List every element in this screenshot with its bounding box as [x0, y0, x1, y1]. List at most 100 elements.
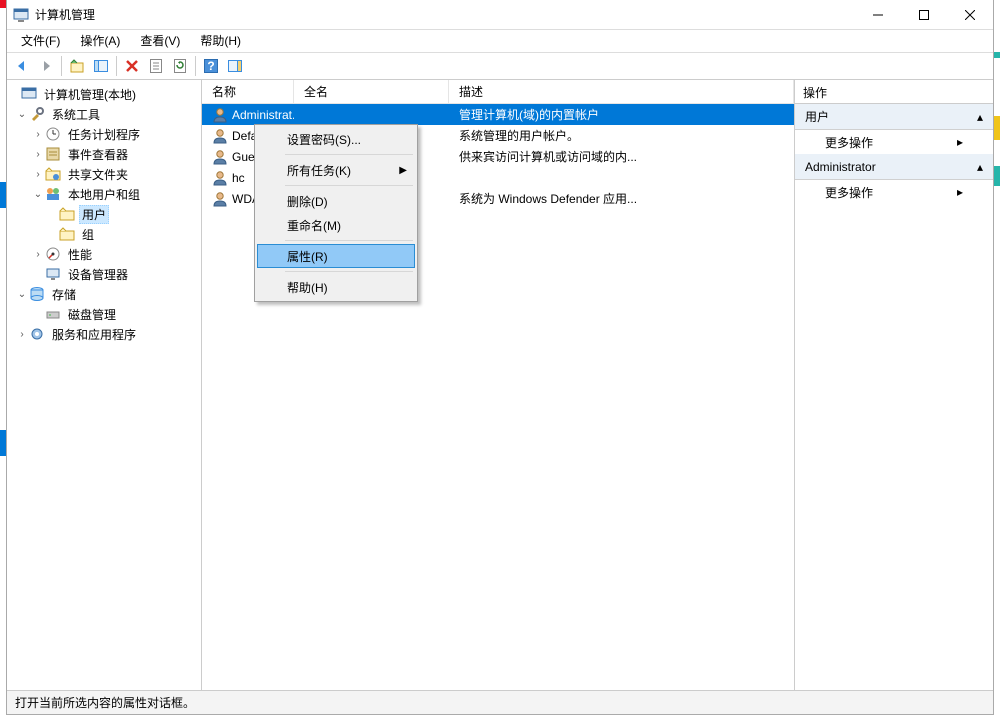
tree-groups[interactable]: 组 [7, 224, 201, 244]
menu-set-password[interactable]: 设置密码(S)... [257, 127, 415, 151]
collapse-icon[interactable]: ⌄ [15, 109, 29, 120]
tree-diskmgr[interactable]: 磁盘管理 [7, 304, 201, 324]
section-label: 用户 [805, 108, 829, 125]
menu-help[interactable]: 帮助(H) [192, 30, 249, 51]
close-button[interactable] [947, 0, 993, 29]
expand-icon[interactable]: › [31, 149, 45, 160]
action-more-2[interactable]: 更多操作 ▸ [795, 180, 993, 204]
tree-perf[interactable]: › 性能 [7, 244, 201, 264]
separator [61, 56, 62, 76]
folder-icon [59, 206, 75, 222]
tree-label: 磁盘管理 [65, 305, 119, 324]
properties-button[interactable] [145, 55, 167, 77]
folder-icon [59, 226, 75, 242]
tree-label: 本地用户和组 [65, 185, 143, 204]
tree-localusers[interactable]: ⌄ 本地用户和组 [7, 184, 201, 204]
edge-decoration [994, 116, 1000, 140]
menu-properties[interactable]: 属性(R) [257, 244, 415, 268]
shared-folder-icon [45, 166, 61, 182]
tree-label: 计算机管理(本地) [41, 85, 139, 104]
menu-separator [285, 271, 413, 272]
event-icon [45, 146, 61, 162]
expand-icon[interactable]: › [31, 129, 45, 140]
cell-desc: 系统管理的用户帐户。 [449, 125, 794, 146]
up-button[interactable] [66, 55, 88, 77]
menu-file[interactable]: 文件(F) [13, 30, 68, 51]
cell-desc [449, 167, 794, 188]
user-icon [212, 191, 228, 207]
collapse-icon[interactable]: ▴ [977, 160, 983, 174]
minimize-button[interactable] [855, 0, 901, 29]
maximize-button[interactable] [901, 0, 947, 29]
cell-name: Administrat... [232, 108, 294, 122]
refresh-button[interactable] [169, 55, 191, 77]
tree-label: 服务和应用程序 [49, 325, 139, 344]
expand-icon[interactable]: › [15, 329, 29, 340]
tree-users[interactable]: 用户 [7, 204, 201, 224]
action-label: 更多操作 [825, 184, 873, 201]
computer-icon [21, 86, 37, 102]
column-description[interactable]: 描述 [449, 80, 794, 103]
device-icon [45, 266, 61, 282]
tree-services[interactable]: › 服务和应用程序 [7, 324, 201, 344]
show-hide-tree-button[interactable] [90, 55, 112, 77]
menu-action[interactable]: 操作(A) [72, 30, 128, 51]
column-fullname[interactable]: 全名 [294, 80, 449, 103]
menu-separator [285, 154, 413, 155]
tools-icon [29, 106, 45, 122]
tree-label: 系统工具 [49, 105, 103, 124]
storage-icon [29, 286, 45, 302]
disk-icon [45, 306, 61, 322]
help-button[interactable]: ? [200, 55, 222, 77]
menu-view[interactable]: 查看(V) [132, 30, 188, 51]
back-button[interactable] [11, 55, 33, 77]
menubar: 文件(F) 操作(A) 查看(V) 帮助(H) [7, 30, 993, 52]
expand-icon[interactable]: › [31, 249, 45, 260]
tree-pane[interactable]: ▶ 计算机管理(本地) ⌄ 系统工具 › 任务计划程序 › 事件查看器 › [7, 80, 202, 690]
collapse-icon[interactable]: ⌄ [31, 189, 45, 200]
action-pane: 操作 用户 ▴ 更多操作 ▸ Administrator ▴ 更多操作 ▸ [795, 80, 993, 690]
window-title: 计算机管理 [35, 6, 855, 23]
action-section-users[interactable]: 用户 ▴ [795, 104, 993, 130]
tree-shared[interactable]: › 共享文件夹 [7, 164, 201, 184]
tree-label: 任务计划程序 [65, 125, 143, 144]
forward-button[interactable] [35, 55, 57, 77]
users-group-icon [45, 186, 61, 202]
tree-storage[interactable]: ⌄ 存储 [7, 284, 201, 304]
menu-separator [285, 240, 413, 241]
expand-icon[interactable]: › [31, 169, 45, 180]
menu-help[interactable]: 帮助(H) [257, 275, 415, 299]
edge-decoration [994, 166, 1000, 186]
tree-systools[interactable]: ⌄ 系统工具 [7, 104, 201, 124]
column-name[interactable]: 名称 [202, 80, 294, 103]
tree-label: 性能 [65, 245, 95, 264]
tree-scheduler[interactable]: › 任务计划程序 [7, 124, 201, 144]
action-more-1[interactable]: 更多操作 ▸ [795, 130, 993, 154]
cell-desc: 系统为 Windows Defender 应用... [449, 188, 794, 209]
user-icon [212, 107, 228, 123]
user-row[interactable]: Administrat... 管理计算机(域)的内置帐户 [202, 104, 794, 125]
user-icon [212, 170, 228, 186]
action-section-admin[interactable]: Administrator ▴ [795, 154, 993, 180]
collapse-icon[interactable]: ▴ [977, 110, 983, 124]
submenu-arrow-icon: ▶ [399, 165, 407, 176]
titlebar: 计算机管理 [7, 0, 993, 30]
tree-eventviewer[interactable]: › 事件查看器 [7, 144, 201, 164]
tree-root[interactable]: ▶ 计算机管理(本地) [7, 84, 201, 104]
tree-devmgr[interactable]: 设备管理器 [7, 264, 201, 284]
delete-button[interactable] [121, 55, 143, 77]
tree-label: 存储 [49, 285, 79, 304]
menu-delete[interactable]: 删除(D) [257, 189, 415, 213]
app-icon [13, 7, 29, 23]
action-label: 更多操作 [825, 134, 873, 151]
tree-label: 事件查看器 [65, 145, 131, 164]
collapse-icon[interactable]: ⌄ [15, 289, 29, 300]
menu-all-tasks[interactable]: 所有任务(K)▶ [257, 158, 415, 182]
show-hide-action-button[interactable] [224, 55, 246, 77]
cell-fullname [294, 104, 449, 125]
cell-desc: 管理计算机(域)的内置帐户 [449, 104, 794, 125]
services-icon [29, 326, 45, 342]
user-icon [212, 128, 228, 144]
menu-rename[interactable]: 重命名(M) [257, 213, 415, 237]
context-menu: 设置密码(S)... 所有任务(K)▶ 删除(D) 重命名(M) 属性(R) 帮… [254, 124, 418, 302]
